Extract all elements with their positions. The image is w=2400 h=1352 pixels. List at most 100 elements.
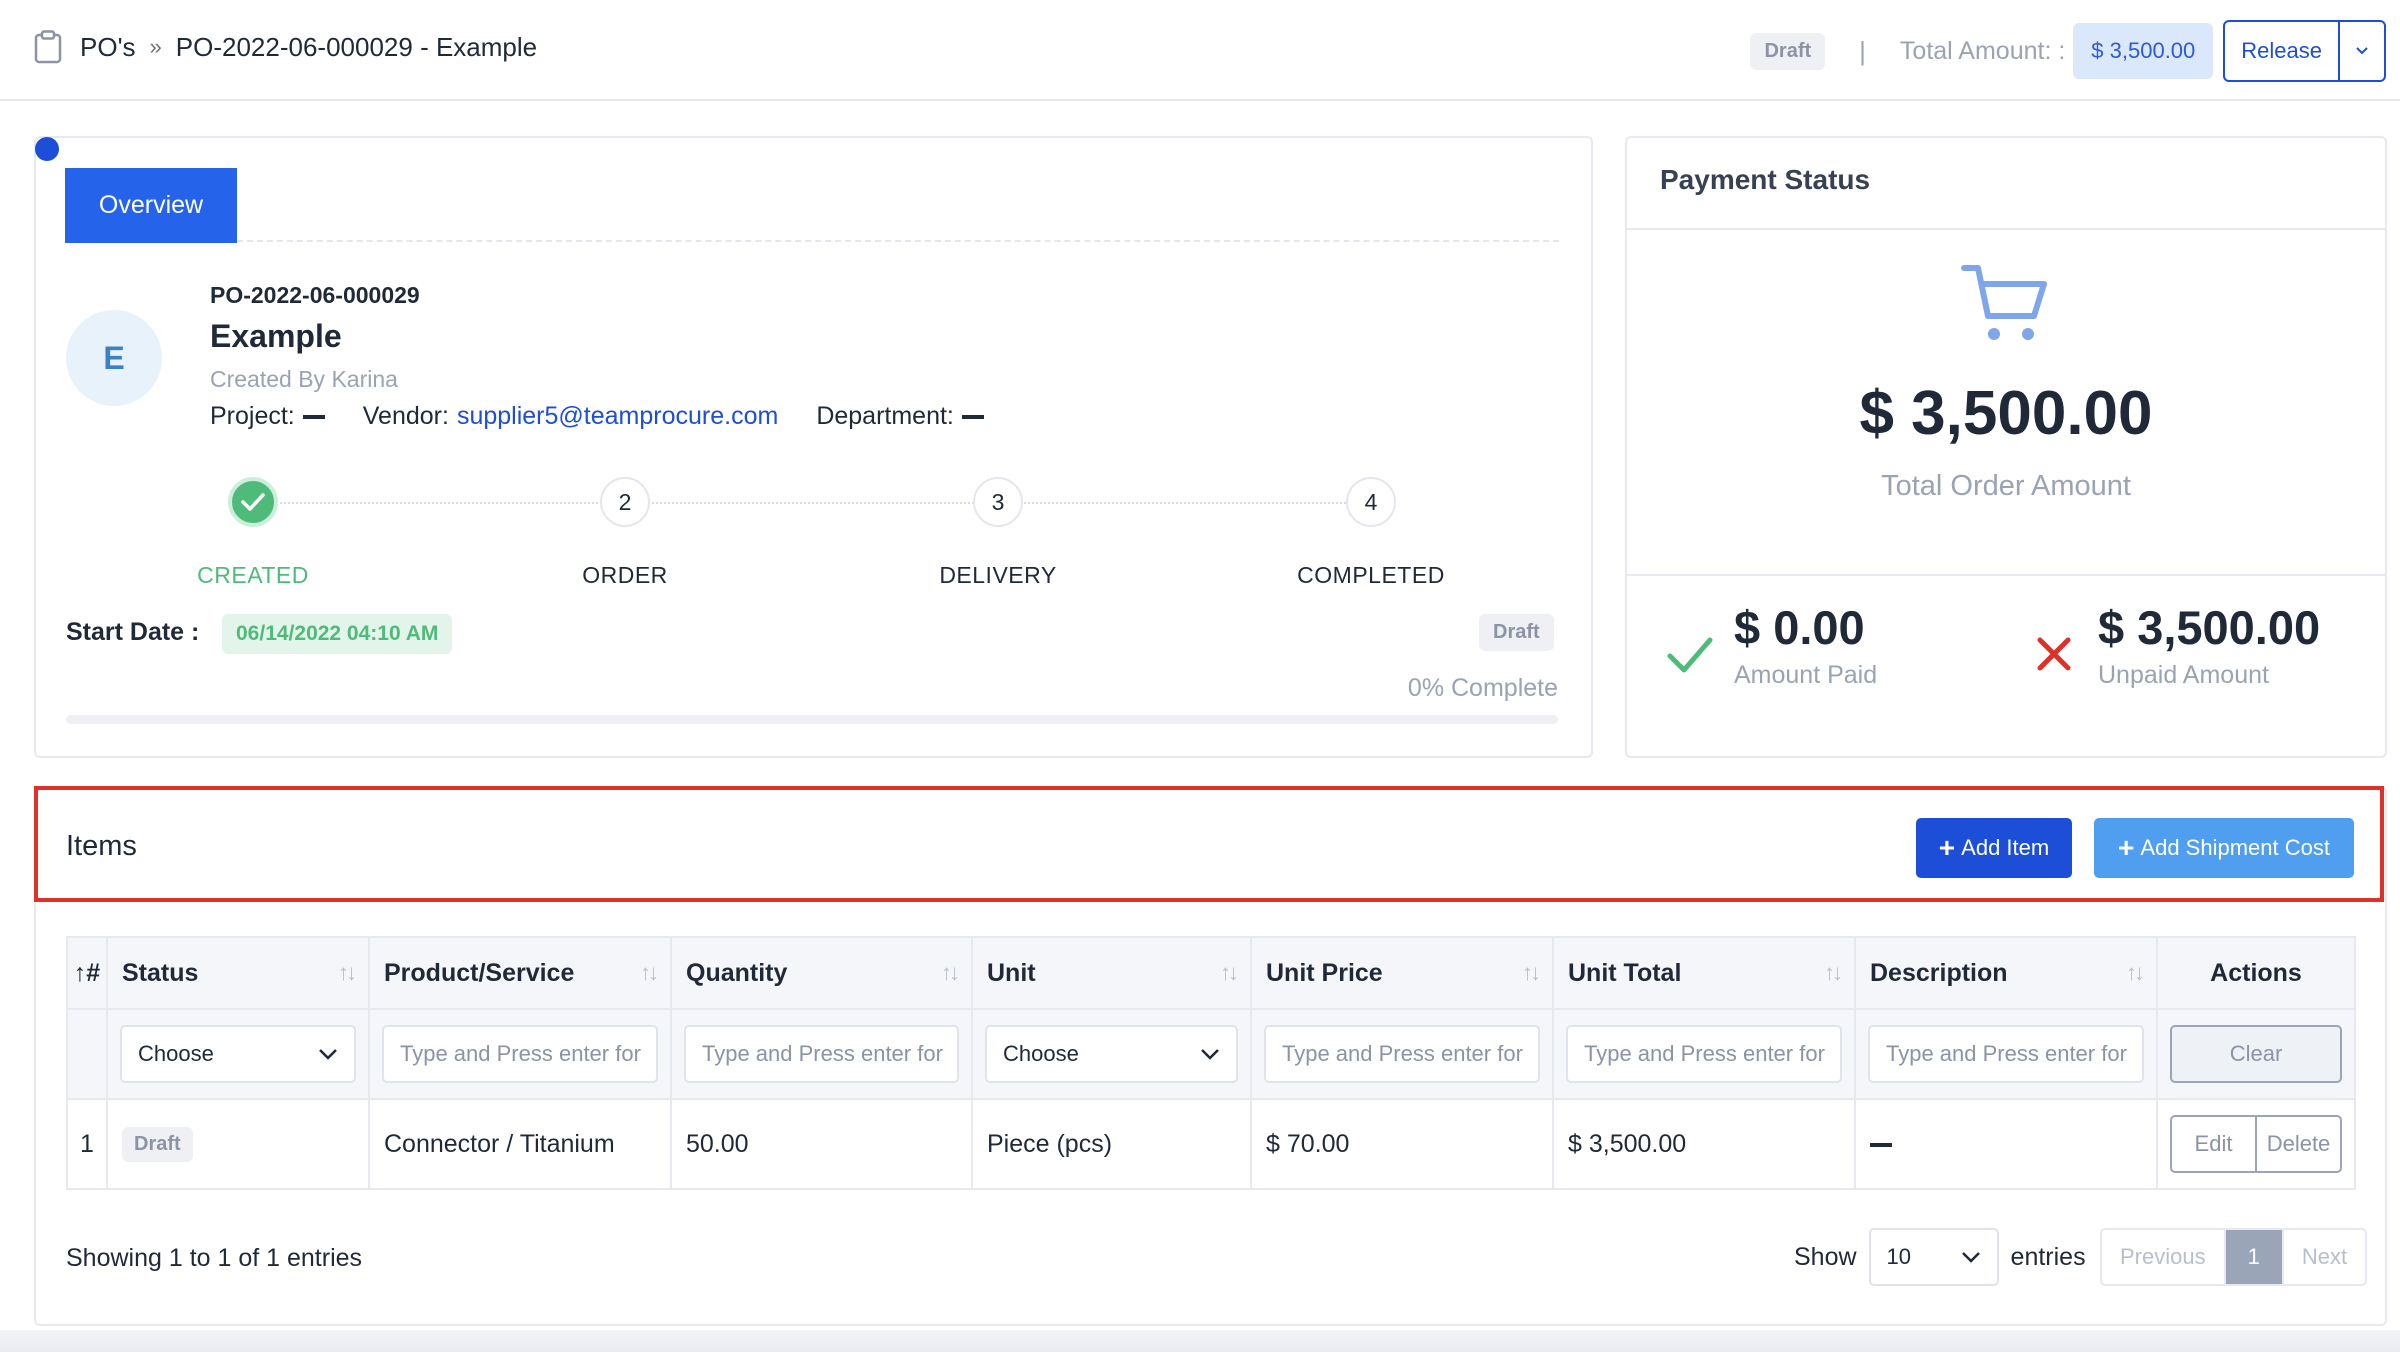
chevron-down-icon	[319, 1049, 337, 1060]
amount-paid-label: Amount Paid	[1734, 661, 1878, 689]
column-header-product[interactable]: Product/Service ↑↓	[368, 936, 672, 1010]
tab-overview[interactable]: Overview	[65, 168, 237, 243]
step-delivery-label: DELIVERY	[939, 562, 1057, 588]
step-order-circle: 2	[600, 477, 650, 527]
column-header-status[interactable]: Status ↑↓	[106, 936, 370, 1010]
unit-total-filter-input[interactable]: Type and Press enter for	[1566, 1025, 1842, 1083]
items-title: Items	[66, 830, 137, 862]
step-created-label: CREATED	[197, 562, 309, 588]
column-header-description[interactable]: Description ↑↓	[1854, 936, 2158, 1010]
payment-title: Payment Status	[1660, 164, 1871, 195]
previous-page-button[interactable]: Previous	[2102, 1230, 2224, 1284]
show-label: Show	[1794, 1242, 1857, 1271]
sort-icon: ↑↓	[1522, 960, 1541, 985]
entries-label: entries	[2010, 1242, 2086, 1271]
overview-status-badge: Draft	[1479, 614, 1554, 651]
column-header-quantity[interactable]: Quantity ↑↓	[670, 936, 973, 1010]
start-date-value: 06/14/2022 04:10 AM	[222, 614, 453, 654]
status-filter-select[interactable]: Choose	[120, 1025, 356, 1083]
row-description-empty	[1870, 1142, 1892, 1147]
product-filter-input[interactable]: Type and Press enter for	[382, 1025, 658, 1083]
row-quantity: 50.00	[670, 1098, 973, 1190]
page-length-select[interactable]: 10	[1868, 1228, 1999, 1286]
step-completed-circle: 4	[1346, 477, 1396, 527]
sort-icon: ↑↓	[1824, 960, 1843, 985]
add-shipment-cost-label: Add Shipment Cost	[2140, 835, 2330, 860]
table-info: Showing 1 to 1 of 1 entries	[66, 1244, 363, 1272]
row-status-badge: Draft	[122, 1126, 193, 1162]
overview-card	[34, 136, 1593, 758]
page-bottom-edge	[0, 1330, 2400, 1352]
payment-divider-bottom	[1626, 574, 2386, 576]
items-table: ↑# Status ↑↓ Product/Service ↑↓ Quantity ↑↓…	[66, 936, 2356, 1190]
row-actions: Edit Delete	[2170, 1115, 2342, 1173]
page-1-button[interactable]: 1	[2223, 1230, 2282, 1284]
quantity-filter-input[interactable]: Type and Press enter for	[684, 1025, 959, 1083]
row-product: Connector / Titanium	[368, 1098, 672, 1190]
step-order: 2 ORDER	[525, 477, 725, 589]
edit-button[interactable]: Edit	[2172, 1117, 2255, 1171]
check-icon	[241, 493, 265, 511]
avatar: E	[66, 310, 162, 406]
step-created: CREATED	[153, 477, 353, 589]
column-header-actions: Actions	[2156, 936, 2356, 1010]
breadcrumb: PO's » PO-2022-06-000029 - Example	[34, 30, 537, 64]
unpaid-amount: $ 3,500.00 Unpaid Amount	[2028, 600, 2320, 690]
payment-total-amount: $ 3,500.00	[1859, 379, 2153, 448]
unpaid-amount-value: $ 3,500.00	[2098, 601, 2321, 654]
step-order-label: ORDER	[582, 562, 668, 588]
project-label: Project:	[210, 402, 295, 430]
unit-price-filter-input[interactable]: Type and Press enter for	[1264, 1025, 1540, 1083]
tab-divider	[237, 240, 1559, 242]
column-header-index[interactable]: ↑#	[66, 936, 108, 1010]
po-number: PO-2022-06-000029	[210, 282, 420, 308]
chevron-down-icon	[2356, 47, 2368, 55]
po-meta: Project: Vendor: supplier5@teamprocure.c…	[210, 402, 984, 431]
plus-icon: +	[1938, 832, 1956, 863]
row-index: 1	[66, 1098, 108, 1190]
chevron-down-icon	[1961, 1252, 1980, 1263]
clear-filters-button[interactable]: Clear	[2170, 1025, 2342, 1083]
progress-bar	[66, 715, 1558, 724]
vendor-label: Vendor:	[362, 402, 449, 430]
release-button[interactable]: Release	[2225, 22, 2340, 80]
release-split-button: Release	[2223, 20, 2386, 82]
next-page-button[interactable]: Next	[2281, 1230, 2365, 1284]
plus-icon: +	[2118, 832, 2135, 863]
add-item-button[interactable]: + Add Item	[1916, 818, 2072, 878]
clipboard-icon	[34, 30, 62, 64]
sort-icon: ↑↓	[2126, 960, 2145, 985]
row-unit: Piece (pcs)	[971, 1098, 1252, 1190]
status-badge: Draft	[1750, 32, 1826, 70]
project-empty-value	[302, 414, 325, 419]
breadcrumb-root-link[interactable]: PO's	[80, 32, 136, 63]
release-dropdown-toggle[interactable]	[2340, 22, 2384, 80]
row-unit-total: $ 3,500.00	[1552, 1098, 1856, 1190]
page-length-control: Show 10 entries	[1794, 1228, 2086, 1286]
po-name: Example	[210, 318, 342, 354]
progress-text: 0% Complete	[1407, 674, 1558, 702]
delete-button[interactable]: Delete	[2255, 1117, 2340, 1171]
vendor-link[interactable]: supplier5@teamprocure.com	[457, 402, 778, 431]
payment-divider-top	[1626, 228, 2386, 230]
top-bar: PO's » PO-2022-06-000029 - Example Draft…	[0, 0, 2400, 101]
check-icon	[1667, 637, 1713, 673]
shopping-cart-icon	[1961, 265, 2047, 340]
sort-icon: ↑↓	[941, 960, 960, 985]
row-unit-price: $ 70.00	[1250, 1098, 1554, 1190]
stepper-track	[280, 502, 1370, 504]
step-delivery-circle: 3	[973, 477, 1023, 527]
column-header-unit[interactable]: Unit ↑↓	[971, 936, 1252, 1010]
chevron-down-icon	[1201, 1049, 1219, 1060]
breadcrumb-separator: »	[149, 34, 162, 59]
description-filter-input[interactable]: Type and Press enter for	[1868, 1025, 2144, 1083]
sort-icon: ↑↓	[338, 960, 357, 985]
table-filter-row: Choose Type and Press enter for Type and…	[66, 1008, 2356, 1100]
add-shipment-cost-button[interactable]: + Add Shipment Cost	[2094, 818, 2354, 878]
column-header-unit-total[interactable]: Unit Total ↑↓	[1552, 936, 1856, 1010]
payment-total-label: Total Order Amount	[1881, 470, 2131, 502]
amount-paid: $ 0.00 Amount Paid	[1664, 600, 1877, 690]
unit-filter-select[interactable]: Choose	[985, 1025, 1238, 1083]
amount-paid-value: $ 0.00	[1734, 601, 1865, 654]
column-header-unit-price[interactable]: Unit Price ↑↓	[1250, 936, 1554, 1010]
